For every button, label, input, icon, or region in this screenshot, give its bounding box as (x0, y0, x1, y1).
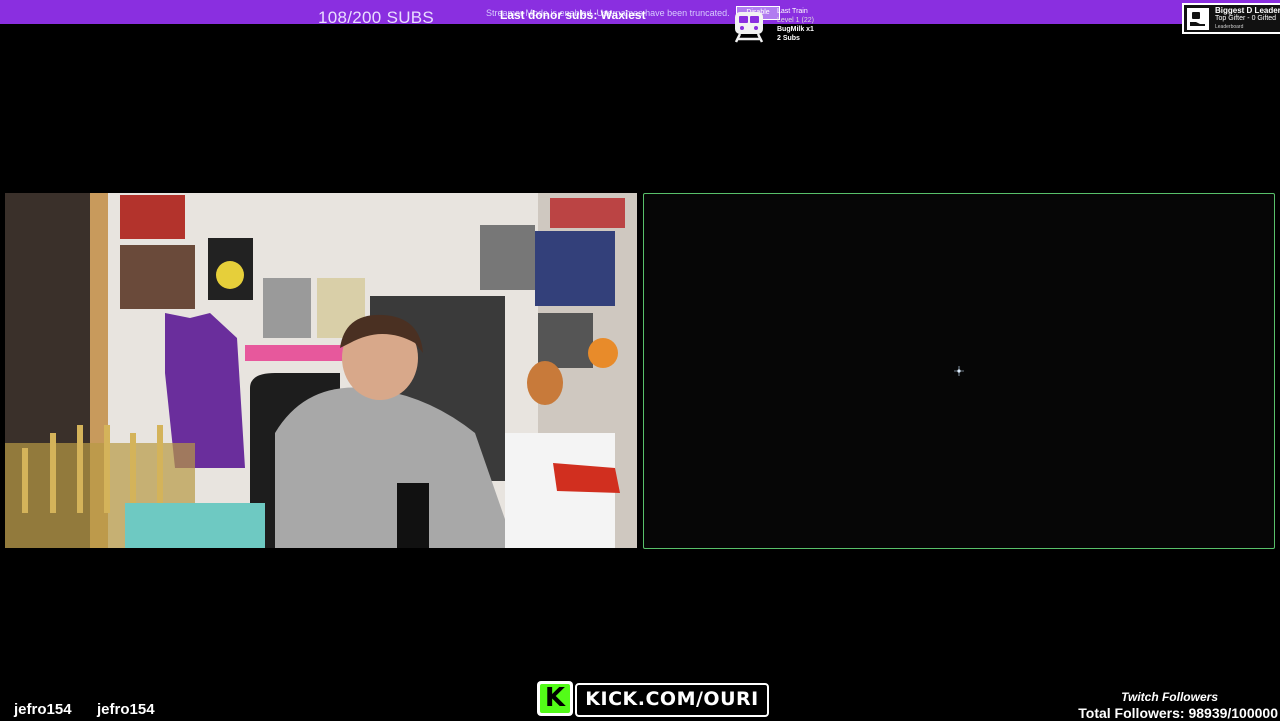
chat-username: jefro154 (97, 701, 155, 718)
train-icon (734, 12, 764, 43)
subs-goal: 108/200 SUBS (318, 8, 435, 27)
webcam-scene (5, 193, 637, 548)
train-title: Last Train (777, 8, 808, 15)
leaderboard-caption: Leaderboard (1215, 24, 1244, 30)
followers-widget: Twitch Followers Total Followers: 98939/… (1078, 690, 1278, 721)
streamer-webcam (5, 193, 637, 548)
screen-share-panel (643, 193, 1275, 549)
leaderboard-widget: Biggest D Leaderboard Top Gifter - 0 Gif… (1182, 3, 1280, 34)
kick-badge: K KICK.COM/OURI (537, 681, 769, 717)
kick-url: KICK.COM/OURI (585, 688, 759, 710)
chat-username: jefro154 (14, 701, 72, 718)
train-subs: 2 Subs (777, 35, 800, 42)
kick-logo-letter: K (540, 684, 570, 713)
followers-count: Total Followers: 98939/100000 (1078, 705, 1278, 721)
last-donor: Last donor subs: Waxiest (500, 8, 646, 22)
followers-label: Twitch Followers (1121, 690, 1218, 704)
leaderboard-subtitle: Top Gifter - 0 Gifted (1215, 15, 1277, 22)
sub-train-widget: Last Train Level 1 (22) BugMilk x1 2 Sub… (732, 6, 842, 46)
leaderboard-title: Biggest D Leaderboard (1215, 6, 1280, 15)
hand-coin-icon (1187, 8, 1209, 30)
train-user: BugMilk x1 (777, 26, 814, 33)
sparkle-icon (954, 366, 964, 376)
kick-logo-icon: K (537, 681, 573, 716)
train-level: Level 1 (22) (777, 17, 814, 24)
